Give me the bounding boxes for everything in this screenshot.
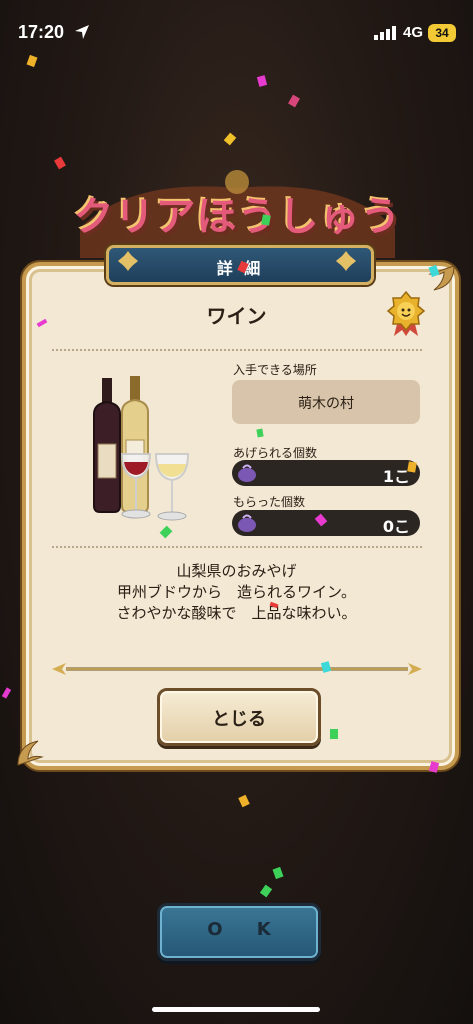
divider-top (52, 349, 422, 351)
received-count-label: もらった個数 (233, 495, 306, 509)
acquire-place: 萌木の村 (298, 396, 354, 412)
home-indicator[interactable] (152, 1007, 320, 1012)
description-line: 山梨県のおみやげ (176, 562, 297, 580)
grape-bag-icon (238, 514, 256, 532)
close-button[interactable]: とじる (157, 688, 321, 746)
location-arrow-icon (75, 25, 89, 39)
network-type: 4G (403, 24, 424, 41)
confetti-piece (26, 54, 38, 68)
description-line: さわやかな酸味で 上品な味わい。 (116, 604, 357, 622)
give-count-label: あげられる個数 (233, 446, 318, 460)
acquire-label: 入手できる場所 (233, 363, 317, 377)
item-description: 山梨県のおみやげ 甲州ブドウから 造られるワイン。 さわやかな酸味で 上品な味わ… (22, 561, 451, 624)
ok-button[interactable]: O K (157, 903, 321, 961)
confetti-piece (238, 794, 250, 808)
confetti-piece (330, 729, 338, 739)
give-count-value: 1こ (382, 467, 410, 486)
confetti-piece (256, 75, 268, 87)
divider-middle (52, 546, 422, 548)
battery-indicator: 34 (428, 24, 456, 42)
status-time: 17:20 (18, 22, 65, 42)
corner-ornament-icon (17, 740, 44, 766)
acquire-place-box: 萌木の村 (232, 380, 420, 424)
confetti-piece (256, 428, 264, 438)
fleur-icon (118, 251, 138, 271)
confetti-piece (288, 94, 300, 108)
confetti-piece (428, 761, 440, 773)
banner-title: クリアほうしゅう (73, 194, 402, 240)
close-button-label: とじる (212, 709, 266, 730)
received-count-value: 0こ (382, 517, 410, 536)
confetti-piece (54, 156, 66, 170)
confetti-piece (261, 214, 271, 226)
grape-bag-icon (238, 464, 256, 482)
confetti-piece (223, 132, 237, 146)
signal-icon (374, 26, 396, 40)
confetti-piece (407, 461, 417, 473)
confetti-piece (1, 687, 12, 699)
description-line: 甲州ブドウから 造られるワイン。 (116, 583, 357, 601)
wine-bottles-image (93, 376, 190, 521)
gold-rule-divider (52, 663, 422, 675)
ok-button-label: O K (207, 919, 285, 940)
confetti-piece (259, 884, 273, 898)
give-count-bar: 1こ (232, 460, 420, 486)
fleur-icon (336, 251, 356, 271)
medal-icon (386, 290, 426, 336)
confetti-piece (272, 866, 284, 880)
status-bar: 17:20 4G 34 (0, 0, 473, 64)
received-count-bar: 0こ (232, 510, 420, 536)
